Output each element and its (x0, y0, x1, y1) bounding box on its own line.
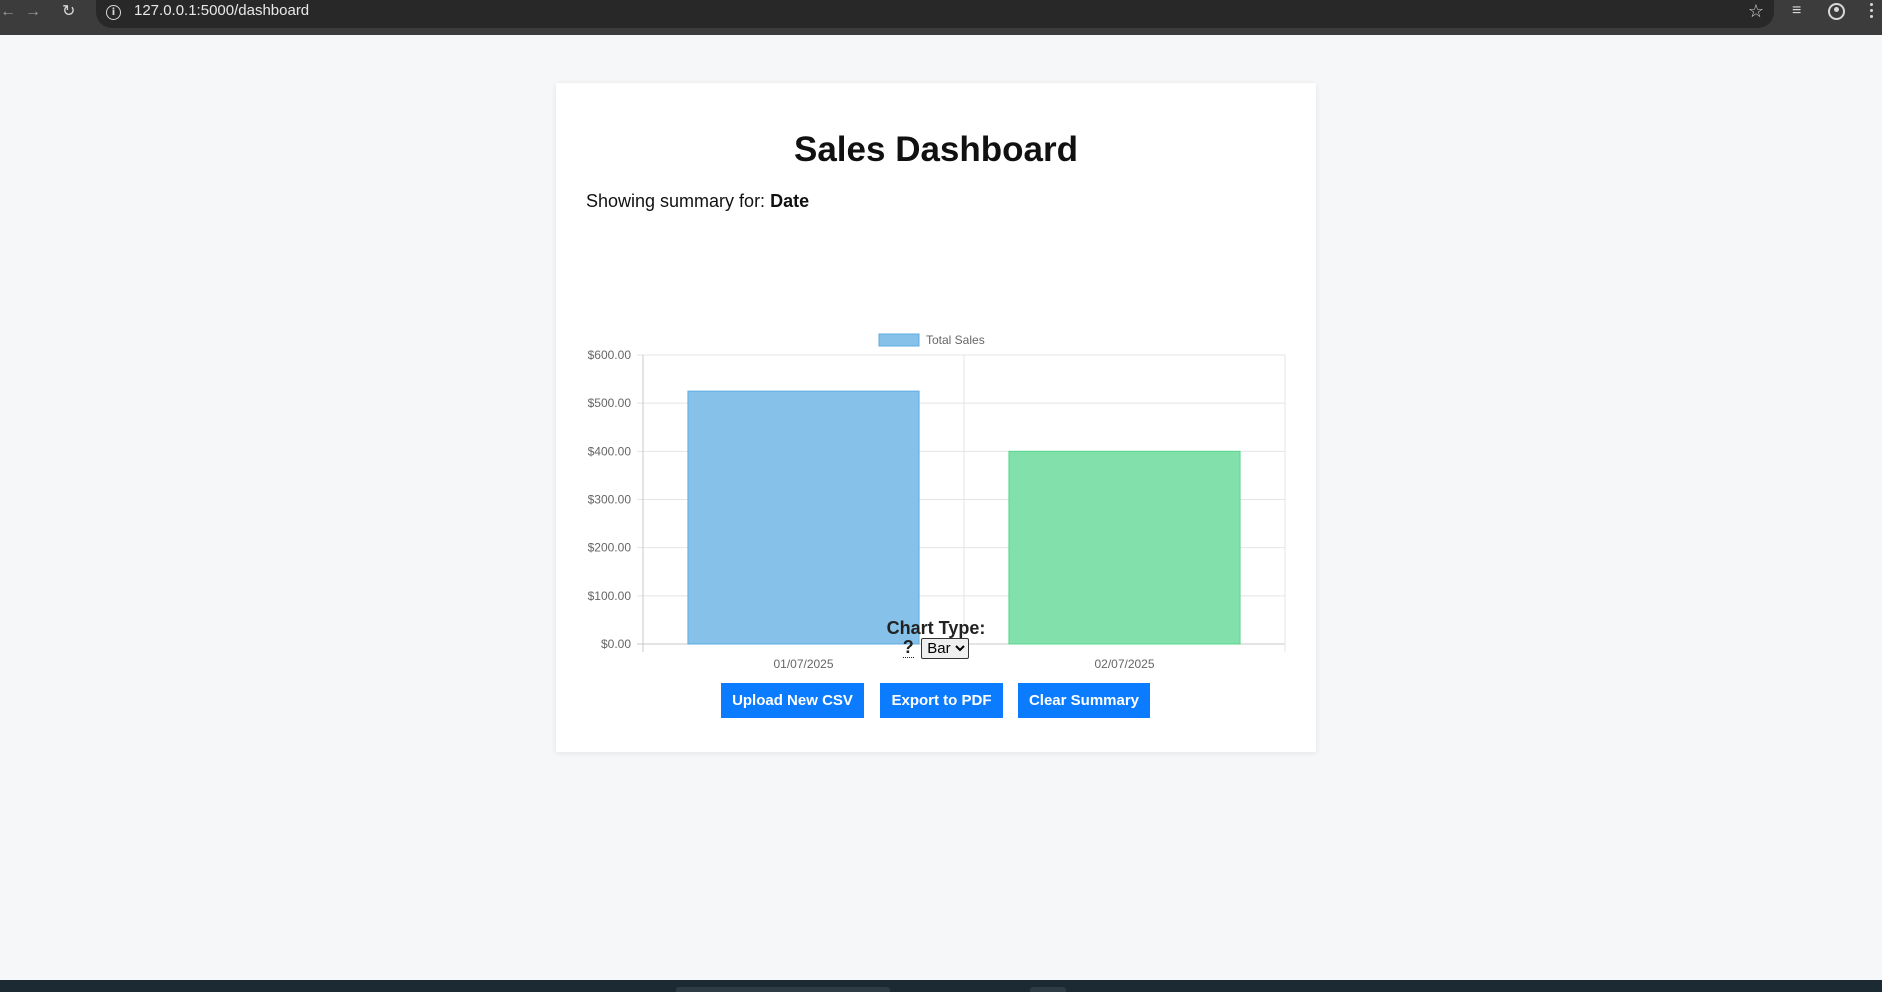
profile-icon[interactable] (1828, 3, 1845, 20)
help-icon[interactable]: ? (902, 637, 914, 658)
taskbar-item[interactable] (1030, 987, 1066, 992)
upload-csv-button[interactable]: Upload New CSV (721, 683, 864, 718)
sales-bar-chart: $0.00$100.00$200.00$300.00$400.00$500.00… (588, 333, 1286, 671)
y-tick-label: $300.00 (588, 493, 632, 507)
x-tick-label: 01/07/2025 (773, 657, 833, 671)
page-title: Sales Dashboard (794, 130, 1078, 169)
y-tick-label: $100.00 (588, 589, 632, 603)
y-tick-label: $600.00 (588, 348, 632, 362)
dashboard-card: Sales Dashboard Showing summary for: Dat… (556, 83, 1316, 752)
forward-icon[interactable]: → (25, 0, 41, 24)
summary-prefix: Showing summary for: (586, 191, 766, 211)
browser-toolbar: ← → ↻ i 127.0.0.1:5000/dashboard ☆ ≡ (0, 0, 1882, 35)
bar (687, 390, 920, 645)
y-tick-label: $500.00 (588, 396, 632, 410)
bookmark-star-icon[interactable]: ☆ (1748, 1, 1764, 22)
x-tick-label: 02/07/2025 (1094, 657, 1154, 671)
taskbar-item[interactable] (676, 987, 890, 992)
chart-type-select[interactable]: Bar (921, 638, 970, 659)
reload-icon[interactable]: ↻ (62, 0, 75, 24)
legend-swatch (878, 333, 920, 347)
summary-field: Date (770, 191, 810, 211)
chart-type-label: Chart Type: (886, 618, 986, 638)
legend-label: Total Sales (926, 333, 985, 347)
taskbar (0, 980, 1882, 992)
media-controls-icon[interactable]: ≡ (1792, 0, 1801, 24)
y-tick-label: $200.00 (588, 541, 632, 555)
export-pdf-button[interactable]: Export to PDF (880, 683, 1003, 718)
back-icon[interactable]: ← (0, 0, 16, 24)
menu-kebab-icon[interactable] (1870, 3, 1874, 21)
y-tick-label: $400.00 (588, 444, 632, 458)
summary-line: Showing summary for: Date (586, 191, 809, 212)
bar (1008, 450, 1241, 645)
clear-summary-button[interactable]: Clear Summary (1018, 683, 1150, 718)
site-info-icon[interactable]: i (106, 5, 121, 20)
url-text[interactable]: 127.0.0.1:5000/dashboard (134, 2, 309, 19)
address-bar[interactable]: i 127.0.0.1:5000/dashboard ☆ (96, 0, 1774, 28)
chart-type-row: ? Bar (556, 637, 1316, 659)
